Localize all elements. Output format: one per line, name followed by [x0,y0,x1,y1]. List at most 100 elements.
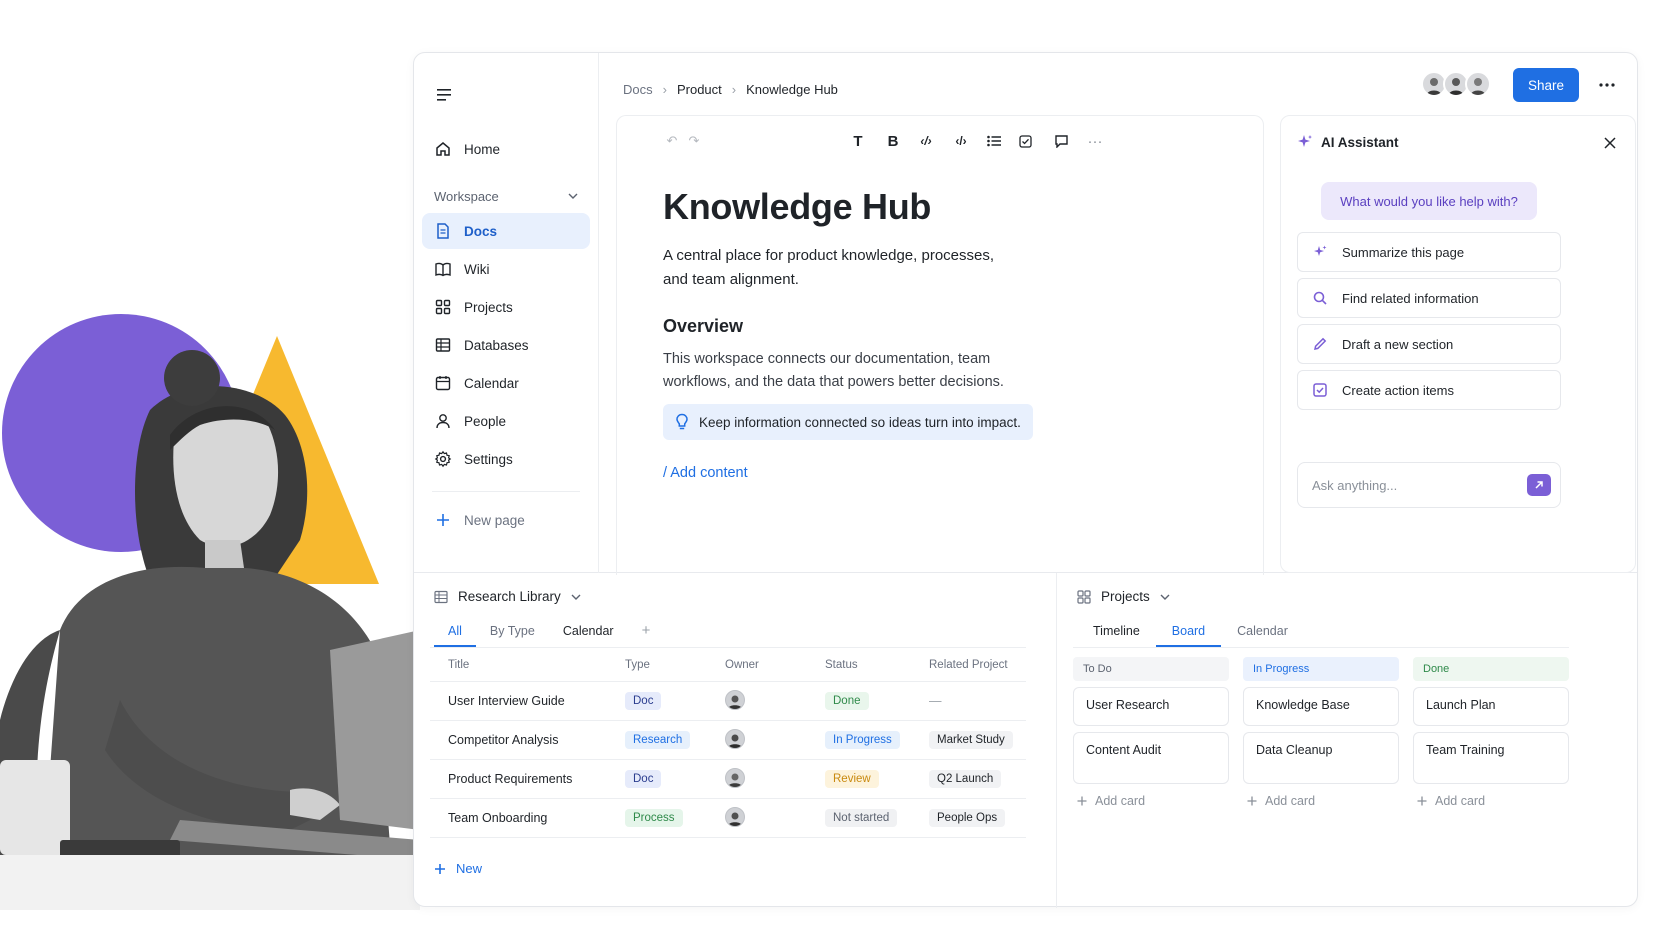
section-paragraph[interactable]: This workspace connects our documentatio… [663,348,1023,394]
find-related-action[interactable]: Find related information [1297,278,1561,318]
close-icon [1604,137,1616,149]
sidebar-item-home[interactable]: Home [422,131,590,167]
redo-icon[interactable]: ↷ [683,130,705,152]
comment-icon[interactable] [1050,130,1072,152]
table-row[interactable]: Product Requirements Doc Review Q2 Launc… [430,760,1026,799]
board-card[interactable]: Team Training [1413,732,1569,784]
sidebar-item-label: Databases [464,337,529,353]
board-card[interactable]: Data Cleanup [1243,732,1399,784]
share-button[interactable]: Share [1513,68,1579,102]
callout-block[interactable]: Keep information connected so ideas turn… [663,404,1033,440]
research-library-dropdown[interactable]: Research Library [434,589,581,604]
sidebar-item-projects[interactable]: Projects [422,289,590,325]
ask-anything-input[interactable] [1297,462,1561,508]
chevron-right-icon: › [662,81,667,97]
board-column-done: Done Launch Plan Team Training Add card [1413,657,1569,808]
checkbox-icon[interactable] [1014,130,1036,152]
sidebar-item-wiki[interactable]: Wiki [422,251,590,287]
summarize-page-action[interactable]: Summarize this page [1297,232,1561,272]
sidebar-item-people[interactable]: People [422,403,590,439]
add-card-button[interactable]: Add card [1073,794,1229,808]
search-icon [1313,291,1327,305]
tab-timeline[interactable]: Timeline [1077,617,1156,645]
page-subtitle[interactable]: A central place for product knowledge, p… [663,244,1023,292]
draft-section-action[interactable]: Draft a new section [1297,324,1561,364]
create-action-items-action[interactable]: Create action items [1297,370,1561,410]
column-header-related-project[interactable]: Related Project [929,659,1026,671]
code-icon[interactable]: ‹/› [950,130,972,152]
projects-board-view: Projects Timeline Board Calendar To Do U… [1057,573,1637,908]
bullet-list-icon[interactable] [983,130,1005,152]
column-header-type[interactable]: Type [625,659,725,671]
breadcrumb-item-docs[interactable]: Docs [623,82,653,97]
table-row[interactable]: User Interview Guide Doc Done — [430,682,1026,721]
sidebar-item-settings[interactable]: Settings [422,441,590,477]
tab-calendar[interactable]: Calendar [549,617,628,645]
row-title[interactable]: User Interview Guide [430,694,625,708]
more-options-button[interactable] [1595,75,1619,95]
sidebar-item-databases[interactable]: Databases [422,327,590,363]
sparkle-icon [1298,135,1312,147]
tab-all[interactable]: All [434,617,476,647]
board-card[interactable]: User Research [1073,687,1229,726]
table-row[interactable]: Team Onboarding Process Not started Peop… [430,799,1026,838]
table-row[interactable]: Competitor Analysis Research In Progress… [430,721,1026,760]
bold-icon[interactable]: B [882,130,904,152]
person-with-laptop-illustration [0,350,420,910]
page-title[interactable]: Knowledge Hub [663,186,931,228]
menu-toggle-button[interactable] [430,81,458,109]
topbar: Docs › Product › Knowledge Hub Share [599,53,1637,115]
library-tabs: All By Type Calendar + [434,617,665,647]
new-page-button[interactable]: New page [422,502,590,538]
column-header-title[interactable]: Title [430,659,625,671]
projects-dropdown[interactable]: Projects [1077,589,1170,604]
sidebar-item-docs[interactable]: Docs [422,213,590,249]
type-badge: Doc [625,770,662,788]
avatar[interactable] [725,690,745,710]
checkbox-icon [1313,383,1327,397]
tab-by-type[interactable]: By Type [476,617,549,645]
avatar[interactable] [725,807,745,827]
workspace-label: Workspace [434,188,499,204]
section-heading[interactable]: Overview [663,316,743,337]
add-card-label: Add card [1095,794,1146,808]
avatar[interactable] [1465,71,1491,97]
close-panel-button[interactable] [1599,132,1621,154]
status-badge: Not started [825,809,898,827]
avatar[interactable] [725,729,745,749]
new-page-label: New page [464,512,525,528]
board-card[interactable]: Launch Plan [1413,687,1569,726]
column-header-status[interactable]: Status [825,659,929,671]
add-card-button[interactable]: Add card [1243,794,1399,808]
tab-board[interactable]: Board [1155,617,1222,647]
related-project-badge[interactable]: Q2 Launch [929,770,1002,788]
board-card[interactable]: Knowledge Base [1243,687,1399,726]
send-button[interactable] [1527,474,1551,496]
sidebar-item-calendar[interactable]: Calendar [422,365,590,401]
related-project-badge[interactable]: Market Study [929,731,1013,749]
research-library-title: Research Library [458,589,561,604]
doc-icon [437,223,449,239]
undo-icon[interactable]: ↶ [661,130,683,152]
row-title[interactable]: Competitor Analysis [430,733,625,747]
row-title[interactable]: Product Requirements [430,772,625,786]
column-header-owner[interactable]: Owner [725,659,825,671]
board-card[interactable]: Content Audit [1073,732,1229,784]
italic-icon[interactable]: ‹/› [915,130,937,152]
add-content-link[interactable]: / Add content [663,465,748,481]
more-horizontal-icon[interactable]: ··· [1084,130,1106,152]
tab-calendar[interactable]: Calendar [1221,617,1304,645]
breadcrumb-item-product[interactable]: Product [677,82,722,97]
grid-icon [1077,589,1091,604]
avatar[interactable] [725,768,745,788]
related-project-badge[interactable]: People Ops [929,809,1006,827]
collaborator-avatars[interactable] [1421,71,1491,97]
chevron-right-icon: › [731,81,737,97]
workspace-section-toggle[interactable]: Workspace [422,181,590,211]
add-view-icon[interactable]: + [628,617,665,645]
text-style-icon[interactable]: T [847,130,869,152]
row-title[interactable]: Team Onboarding [430,811,625,825]
callout-text: Keep information connected so ideas turn… [699,414,1021,430]
add-card-button[interactable]: Add card [1413,794,1569,808]
new-row-button[interactable]: New [434,861,482,876]
